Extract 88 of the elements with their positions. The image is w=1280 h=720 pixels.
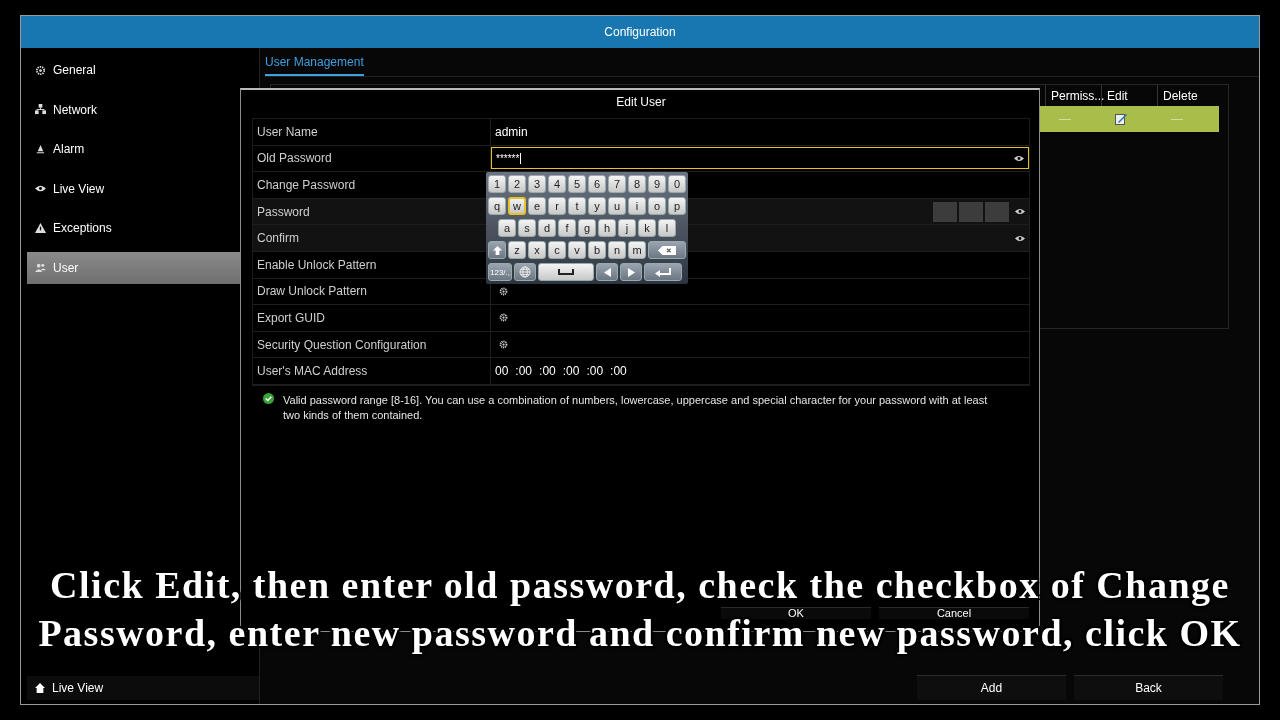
footer-button[interactable]: Back bbox=[1074, 675, 1223, 700]
cursor-left-key[interactable] bbox=[596, 263, 618, 281]
live-view-button[interactable]: Live View bbox=[27, 676, 259, 700]
shift-key[interactable] bbox=[488, 241, 506, 259]
video-caption: Click Edit, then enter old password, check the checkbox of Change bbox=[49, 571, 1231, 607]
bell-icon bbox=[35, 143, 46, 155]
keyboard-key[interactable]: f bbox=[558, 219, 576, 237]
field-label: Old Password bbox=[253, 145, 491, 172]
gear-icon bbox=[499, 340, 508, 350]
keyboard-key[interactable]: 4 bbox=[548, 175, 566, 193]
old-password-field[interactable]: ****** bbox=[491, 147, 1029, 170]
keyboard-key[interactable]: 9 bbox=[648, 175, 666, 193]
keyboard-key[interactable]: m bbox=[628, 241, 646, 259]
keyboard-key[interactable]: n bbox=[608, 241, 626, 259]
password-hint: Valid password range [8-16]. You can use a combination of numbers, lowercase, uppercase and special character for your password with at least two kinds of them contained. bbox=[283, 392, 989, 423]
backspace-key[interactable] bbox=[648, 241, 686, 259]
right-arrow-icon bbox=[627, 267, 635, 277]
enter-key[interactable] bbox=[644, 263, 682, 281]
keyboard-key[interactable]: 8 bbox=[628, 175, 646, 193]
cursor-right-key[interactable] bbox=[620, 263, 642, 281]
keyboard-key[interactable]: y bbox=[588, 197, 606, 215]
keyboard-key[interactable]: r bbox=[548, 197, 566, 215]
gear-icon bbox=[499, 313, 508, 323]
enter-icon bbox=[655, 267, 671, 277]
network-icon bbox=[35, 104, 46, 115]
left-arrow-icon bbox=[603, 267, 611, 277]
table-cell: — bbox=[1171, 112, 1183, 126]
field-label: User's MAC Address bbox=[253, 358, 491, 384]
space-key[interactable] bbox=[538, 263, 594, 281]
keyboard-key[interactable]: 5 bbox=[568, 175, 586, 193]
globe-icon bbox=[519, 266, 531, 278]
keyboard-key[interactable]: h bbox=[598, 219, 616, 237]
check-icon bbox=[263, 392, 274, 404]
keyboard-key[interactable]: g bbox=[578, 219, 596, 237]
keyboard-key[interactable]: c bbox=[548, 241, 566, 259]
dialog-title: Edit User bbox=[615, 94, 667, 111]
keyboard-key[interactable]: x bbox=[528, 241, 546, 259]
keyboard-key[interactable]: v bbox=[568, 241, 586, 259]
keyboard-key[interactable]: z bbox=[508, 241, 526, 259]
backspace-icon bbox=[657, 245, 677, 255]
eye-icon bbox=[35, 183, 46, 194]
keyboard-key[interactable]: k bbox=[638, 219, 656, 237]
gear-icon bbox=[35, 64, 46, 76]
keyboard-key[interactable]: 0 bbox=[668, 175, 686, 193]
keyboard-key[interactable]: 7 bbox=[608, 175, 626, 193]
users-icon bbox=[35, 262, 46, 273]
eye-icon bbox=[1014, 154, 1024, 162]
user-name-value: admin bbox=[495, 124, 528, 139]
space-icon bbox=[558, 269, 574, 275]
keyboard-key[interactable]: q bbox=[488, 197, 506, 215]
tab[interactable]: User Management bbox=[265, 55, 364, 76]
eye-icon bbox=[1015, 208, 1025, 216]
field-label: User Name bbox=[253, 119, 491, 145]
symbols-key[interactable]: 123/., bbox=[488, 263, 512, 281]
table-cell: — bbox=[1059, 112, 1071, 126]
gear-icon bbox=[499, 286, 508, 296]
field-label: Export GUID bbox=[253, 305, 491, 331]
keyboard-key[interactable]: d bbox=[538, 219, 556, 237]
mac-address-field[interactable]: 00 :00 :00 :00 :00 :00 bbox=[495, 364, 634, 379]
keyboard-key[interactable]: b bbox=[588, 241, 606, 259]
keyboard-key[interactable]: a bbox=[498, 219, 516, 237]
keyboard-key[interactable]: t bbox=[568, 197, 586, 215]
keyboard-key[interactable]: w bbox=[508, 197, 526, 215]
keyboard-key[interactable]: i bbox=[628, 197, 646, 215]
language-key[interactable] bbox=[514, 263, 536, 281]
warning-icon bbox=[35, 222, 46, 234]
home-icon bbox=[35, 683, 45, 693]
keyboard-key[interactable]: j bbox=[618, 219, 636, 237]
keyboard-key[interactable]: 6 bbox=[588, 175, 606, 193]
keyboard-key[interactable]: o bbox=[648, 197, 666, 215]
footer-button[interactable]: Add bbox=[917, 675, 1066, 700]
keyboard-key[interactable]: 2 bbox=[508, 175, 526, 193]
dialog-button[interactable]: Cancel bbox=[879, 607, 1029, 619]
video-caption: Password, enter new password and confirm new password, click OK bbox=[37, 619, 1243, 655]
keyboard-key[interactable]: s bbox=[518, 219, 536, 237]
keyboard-key[interactable]: l bbox=[658, 219, 676, 237]
sidebar-item[interactable]: General bbox=[27, 54, 259, 86]
keyboard-key[interactable]: 3 bbox=[528, 175, 546, 193]
eye-icon bbox=[1015, 234, 1025, 242]
keyboard-key[interactable]: u bbox=[608, 197, 626, 215]
field-label: Security Question Configuration bbox=[253, 331, 491, 358]
edit-icon[interactable] bbox=[1115, 113, 1127, 125]
keyboard-key[interactable]: e bbox=[528, 197, 546, 215]
keyboard-key[interactable]: 1 bbox=[488, 175, 506, 193]
window-title: Configuration bbox=[21, 16, 1259, 48]
keyboard-key[interactable]: p bbox=[668, 197, 686, 215]
shift-icon bbox=[491, 244, 503, 256]
dialog-button[interactable]: OK bbox=[721, 607, 871, 619]
